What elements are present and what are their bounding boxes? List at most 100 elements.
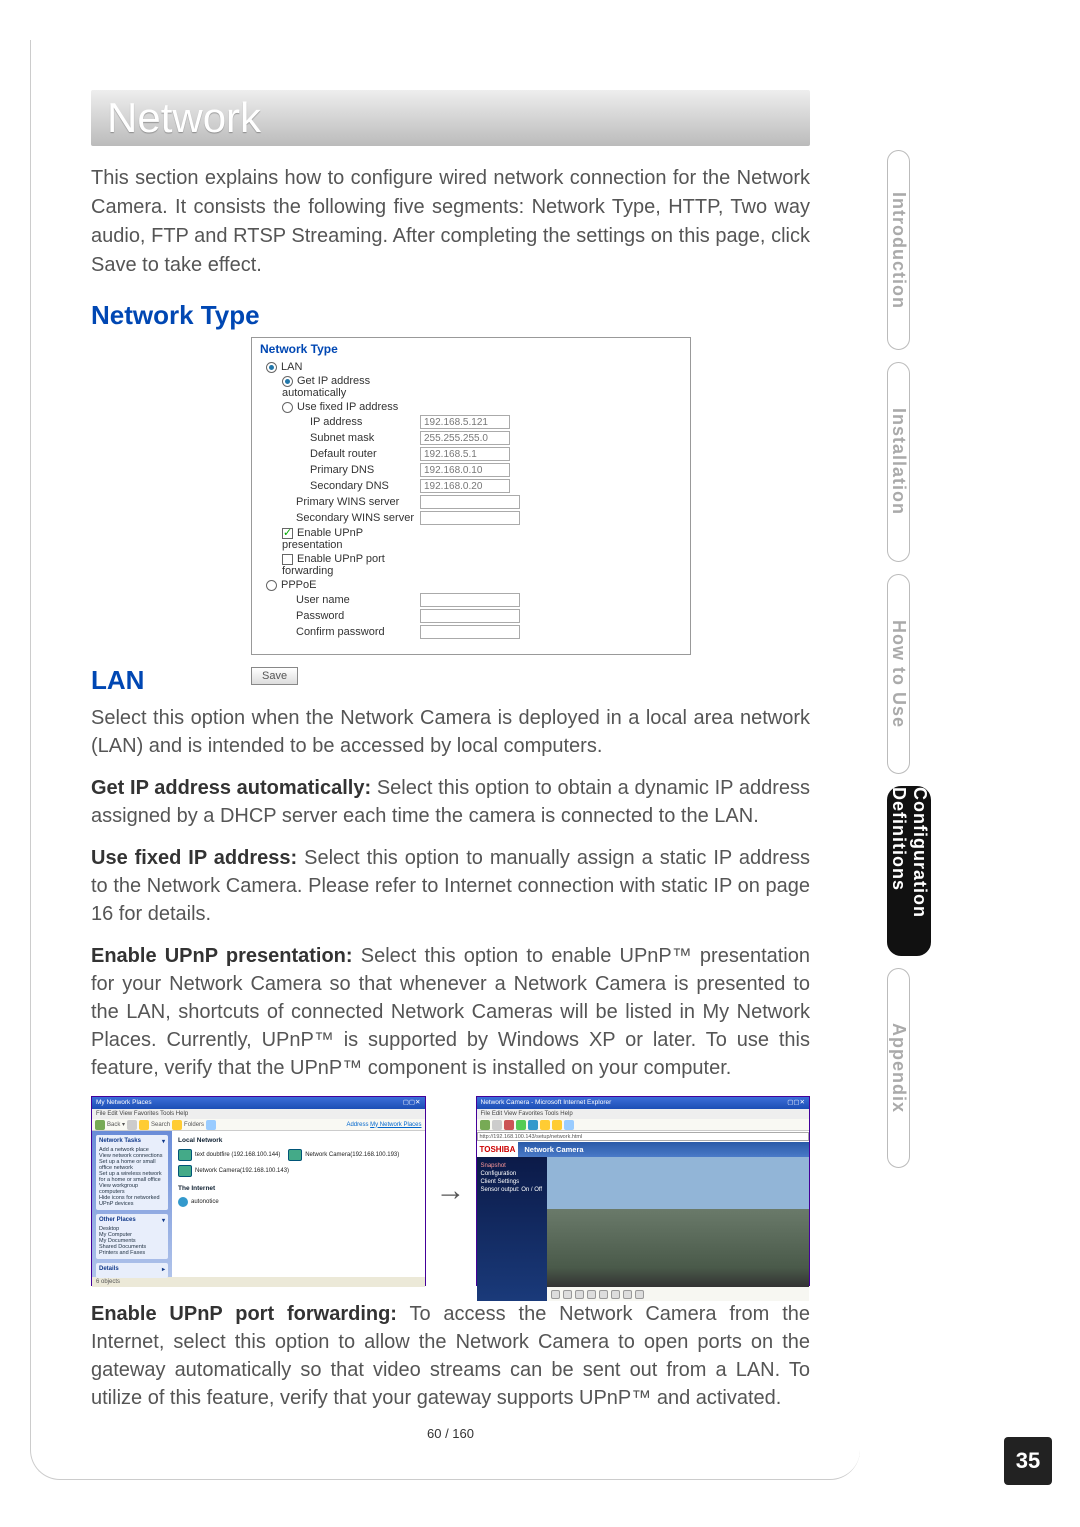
chevron-icon: ▾ [162, 1138, 165, 1145]
input-password[interactable] [420, 609, 520, 623]
window-title-bar: My Network Places ▢▢✕ [92, 1097, 425, 1109]
views-icon [206, 1120, 216, 1130]
search-icon [540, 1120, 550, 1130]
lan-paragraph: Select this option when the Network Came… [91, 704, 810, 760]
save-button[interactable]: Save [251, 667, 298, 685]
control-button-icon [587, 1290, 596, 1299]
pager-text: 60 / 160 [91, 1426, 810, 1441]
page-number-badge: 35 [1004, 1437, 1052, 1485]
tab-appendix[interactable]: Appendix [887, 968, 910, 1168]
brand-label: TOSHIBA [477, 1142, 519, 1157]
favorites-icon [552, 1120, 562, 1130]
input-ip-address[interactable]: 192.168.5.121 [420, 415, 510, 429]
control-button-icon [611, 1290, 620, 1299]
radio-icon [266, 362, 277, 373]
address-bar: http://192.168.100.143/setup/network.htm… [477, 1132, 810, 1141]
checkbox-upnp-port-forwarding[interactable]: Enable UPnP port forwarding [260, 553, 420, 577]
checkbox-upnp-presentation[interactable]: Enable UPnP presentation [260, 527, 420, 551]
window-controls-icon: ▢▢✕ [787, 1097, 805, 1109]
label-primary-wins: Primary WINS server [260, 496, 420, 508]
window-menu-bar: File Edit View Favorites Tools Help [92, 1109, 425, 1119]
control-button-icon [551, 1290, 560, 1299]
radio-icon [282, 402, 293, 413]
toolbar: Back ▾ Search Folders Address My Network… [92, 1119, 425, 1131]
back-icon [480, 1120, 490, 1130]
radio-lan[interactable]: LAN [260, 361, 420, 373]
label-primary-dns: Primary DNS [260, 464, 420, 476]
refresh-icon [516, 1120, 526, 1130]
history-icon [564, 1120, 574, 1130]
radio-icon [282, 376, 293, 387]
section-title-bar: Network [91, 90, 810, 146]
input-username[interactable] [420, 593, 520, 607]
tab-installation[interactable]: Installation [887, 362, 910, 562]
camera-icon [288, 1149, 302, 1161]
upnp-presentation-paragraph: Enable UPnP presentation: Select this op… [91, 942, 810, 1082]
camera-controls [547, 1287, 810, 1301]
camera-page-title: Network Camera [518, 1142, 809, 1157]
label-password: Password [260, 610, 420, 622]
stop-icon [504, 1120, 514, 1130]
page-frame: Network This section explains how to con… [30, 40, 860, 1480]
input-subnet-mask[interactable]: 255.255.255.0 [420, 431, 510, 445]
label-ip-address: IP address [260, 416, 420, 428]
tab-configuration-definitions[interactable]: Configuration Definitions [887, 786, 931, 956]
back-icon [95, 1120, 105, 1130]
figure-legend: Network Type [260, 342, 682, 356]
input-secondary-dns[interactable]: 192.168.0.20 [420, 479, 510, 493]
camera-live-view [547, 1157, 810, 1287]
chevron-icon: ▾ [162, 1217, 165, 1224]
intro-paragraph: This section explains how to configure w… [91, 164, 810, 280]
ie-icon [178, 1197, 188, 1207]
window-title-bar: Network Camera - Microsoft Internet Expl… [477, 1097, 810, 1109]
label-confirm-password: Confirm password [260, 626, 420, 638]
label-default-router: Default router [260, 448, 420, 460]
checkbox-icon [282, 528, 293, 539]
heading-network-type: Network Type [91, 300, 810, 331]
input-primary-wins[interactable] [420, 495, 520, 509]
checkbox-icon [282, 554, 293, 565]
explorer-main: Local Network text doubtfire (192.168.10… [172, 1131, 425, 1277]
figure-camera-browser: Network Camera - Microsoft Internet Expl… [476, 1096, 811, 1286]
arrow-right-icon: → [436, 1174, 466, 1208]
tab-introduction[interactable]: Introduction [887, 150, 910, 350]
label-secondary-dns: Secondary DNS [260, 480, 420, 492]
control-button-icon [575, 1290, 584, 1299]
computer-icon [178, 1149, 192, 1161]
chevron-icon: ▸ [162, 1266, 165, 1273]
camera-sidebar: Snapshot Configuration Client Settings S… [477, 1157, 547, 1301]
radio-use-fixed-ip[interactable]: Use fixed IP address [260, 401, 420, 413]
forward-icon [127, 1120, 137, 1130]
fixed-ip-paragraph: Use fixed IP address: Select this option… [91, 844, 810, 928]
get-ip-paragraph: Get IP address automatically: Select thi… [91, 774, 810, 830]
input-default-router[interactable]: 192.168.5.1 [420, 447, 510, 461]
upnp-port-forwarding-paragraph: Enable UPnP port forwarding: To access t… [91, 1300, 810, 1412]
input-primary-dns[interactable]: 192.168.0.10 [420, 463, 510, 477]
toolbar [477, 1119, 810, 1131]
tab-how-to-use[interactable]: How to Use [887, 574, 910, 774]
figure-my-network-places: My Network Places ▢▢✕ File Edit View Fav… [91, 1096, 426, 1286]
input-secondary-wins[interactable] [420, 511, 520, 525]
radio-icon [266, 580, 277, 591]
camera-icon [178, 1165, 192, 1177]
folders-icon [172, 1120, 182, 1130]
screenshots-row: My Network Places ▢▢✕ File Edit View Fav… [91, 1096, 810, 1286]
control-button-icon [563, 1290, 572, 1299]
label-subnet-mask: Subnet mask [260, 432, 420, 444]
control-button-icon [623, 1290, 632, 1299]
status-bar: 6 objects [92, 1277, 425, 1287]
label-secondary-wins: Secondary WINS server [260, 512, 420, 524]
page-title: Network [107, 94, 794, 142]
radio-pppoe[interactable]: PPPoE [260, 579, 420, 591]
control-button-icon [599, 1290, 608, 1299]
window-controls-icon: ▢▢✕ [403, 1097, 421, 1109]
control-button-icon [635, 1290, 644, 1299]
heading-lan: LAN [91, 665, 810, 696]
side-index-tabs: Introduction Installation How to Use Con… [887, 150, 1052, 1180]
input-confirm-password[interactable] [420, 625, 520, 639]
radio-get-ip-auto[interactable]: Get IP address automatically [260, 375, 420, 399]
up-icon [139, 1120, 149, 1130]
home-icon [528, 1120, 538, 1130]
forward-icon [492, 1120, 502, 1130]
explorer-sidebar: Network Tasks▾ Add a network place View … [92, 1131, 172, 1277]
